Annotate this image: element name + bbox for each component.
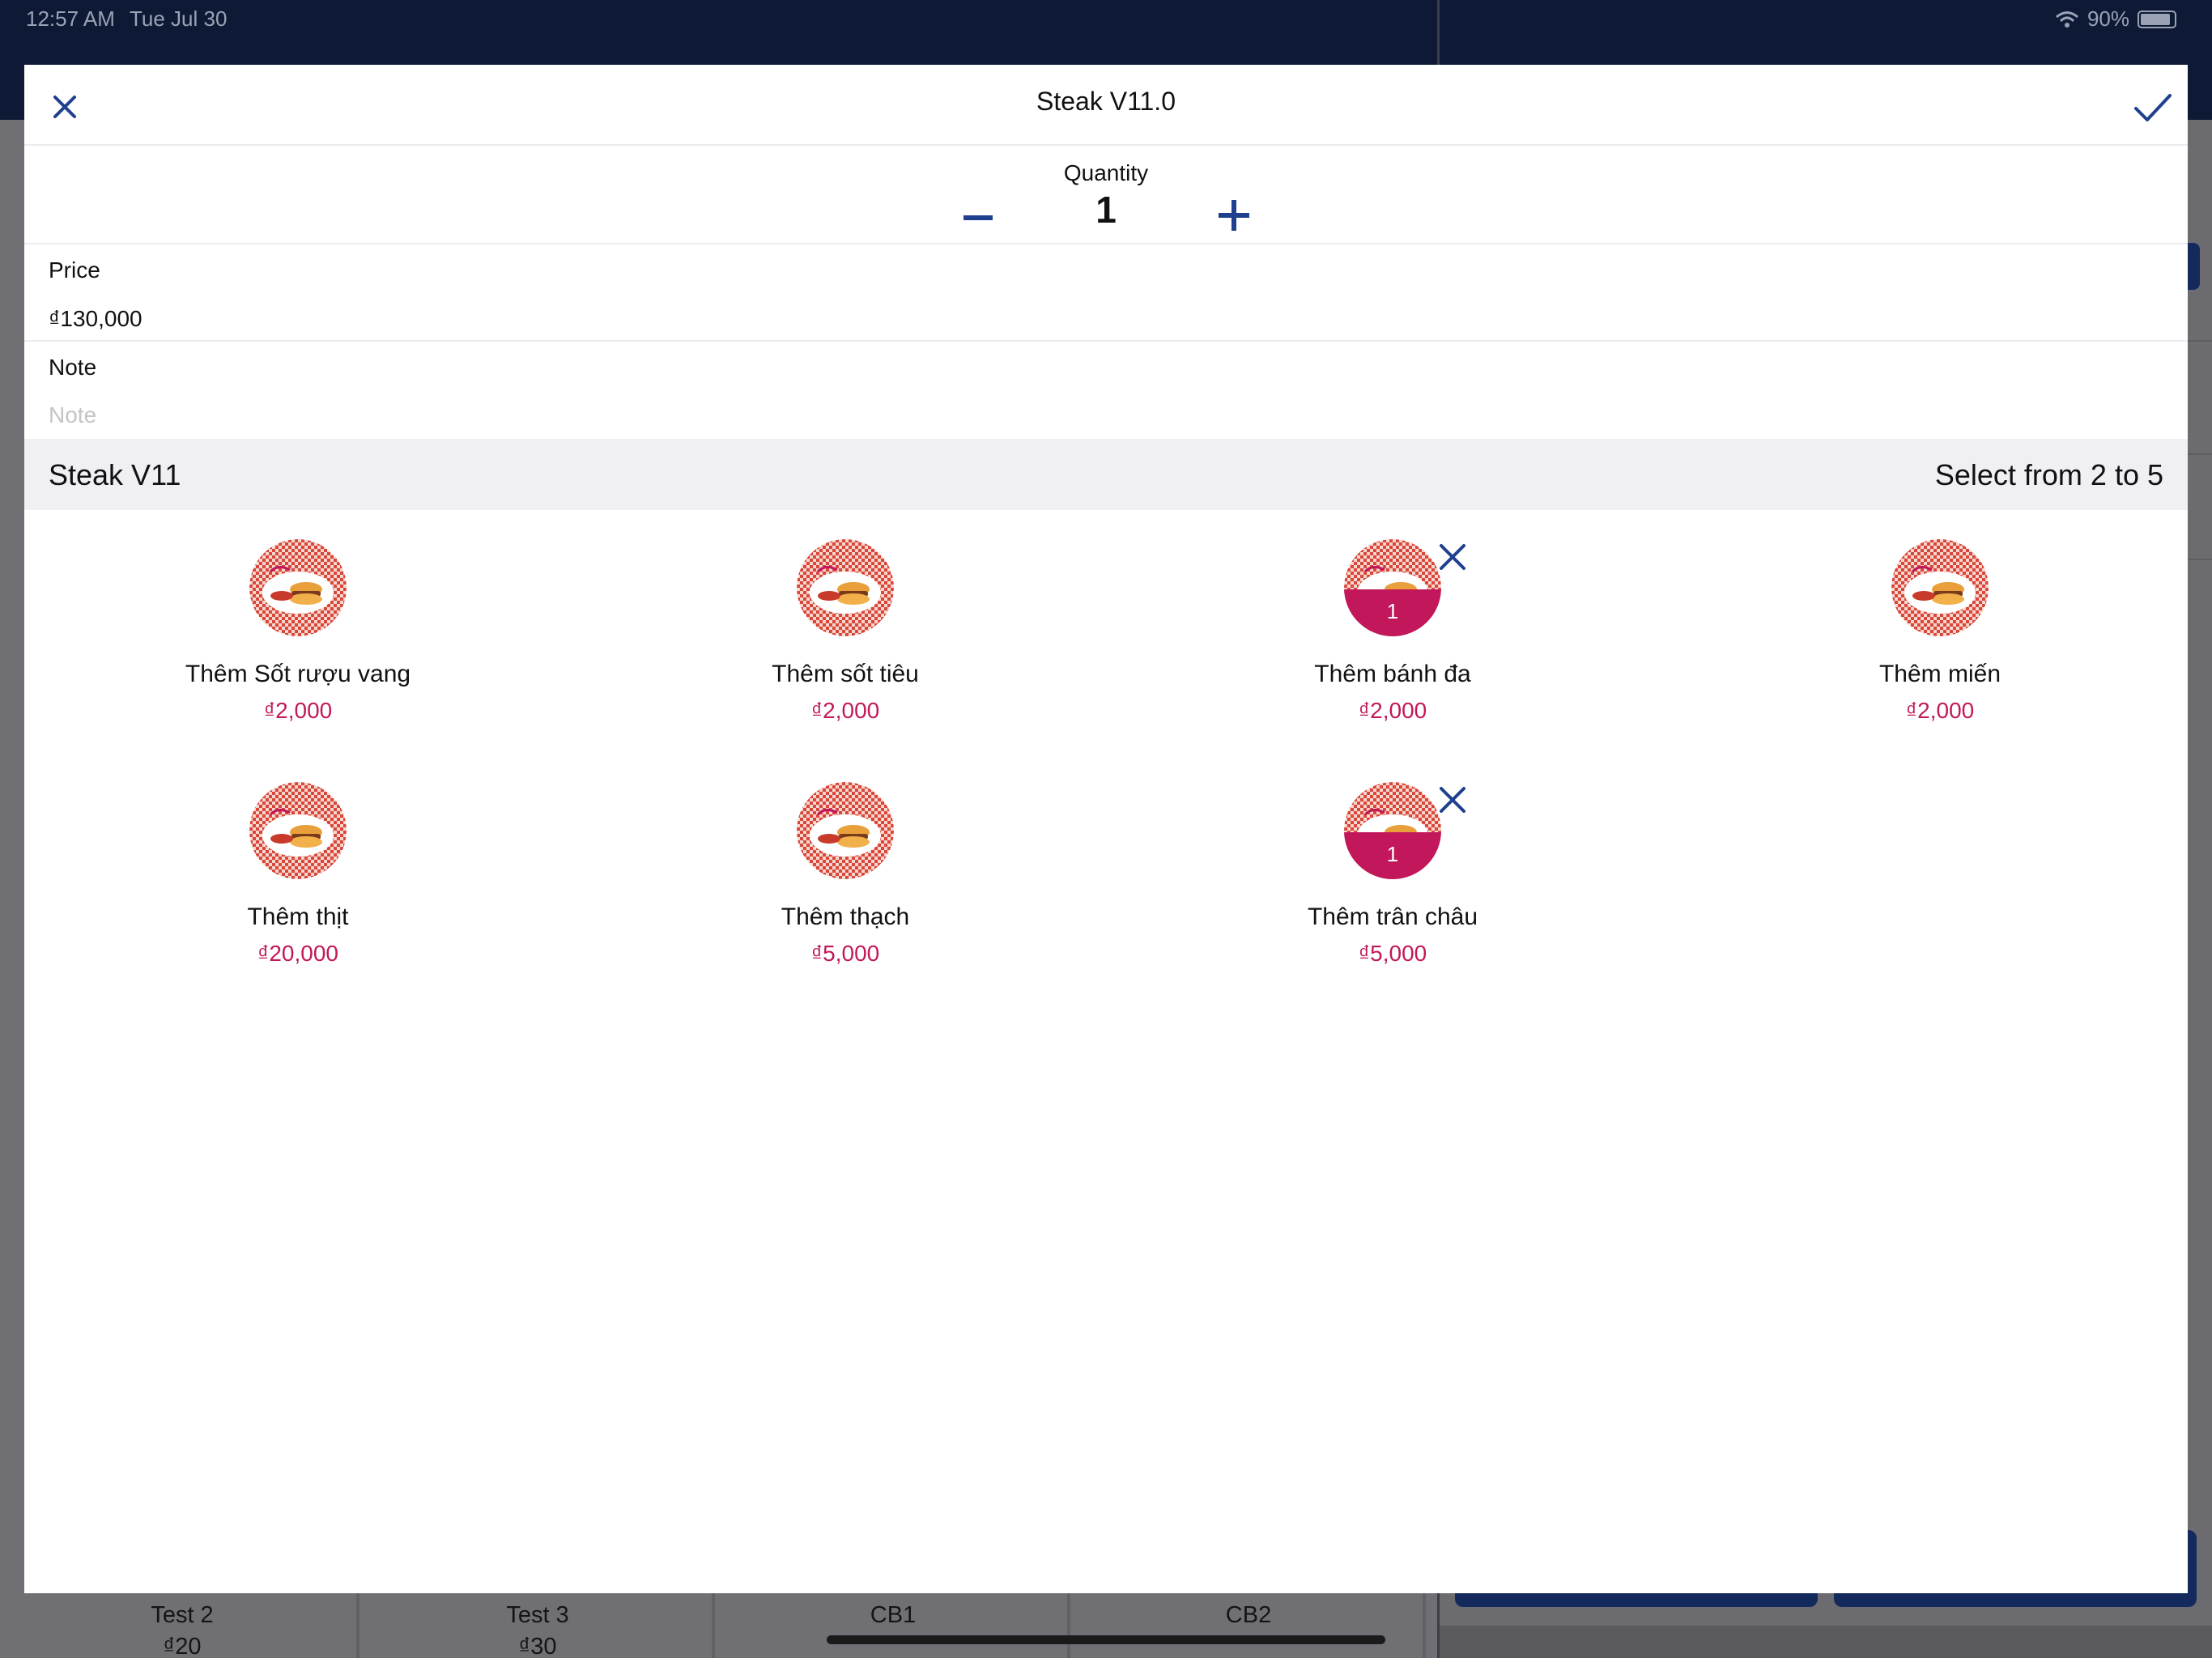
option-image <box>1891 539 1989 636</box>
tile-name: Test 3 <box>506 1602 569 1628</box>
option-name: Thêm Sốt rượu vang <box>185 661 411 687</box>
option-name: Thêm thịt <box>247 903 349 930</box>
note-field: Note <box>24 342 2188 439</box>
option-group-rule: Select from 2 to 5 <box>1934 458 2163 491</box>
status-time: 12:57 AM <box>26 6 115 31</box>
remove-option-button[interactable] <box>1436 541 1469 573</box>
remove-option-button[interactable] <box>1436 784 1469 816</box>
screen: Test 2 ₫20 Test 3 ₫30 CB1 CB2 12:57 AM T… <box>0 0 2212 1658</box>
option-price: ₫2,000 <box>1905 698 1975 723</box>
battery-icon <box>2138 10 2176 28</box>
option-price: ₫2,000 <box>263 698 333 723</box>
background-tile: CB2 <box>1074 1591 1426 1658</box>
background-tile: Test 3 ₫30 <box>364 1591 715 1658</box>
option-grid: Thêm Sốt rượu vang ₫2,000 Thêm sốt tiêu ₫2,… <box>24 510 2188 1401</box>
option-image <box>249 539 347 636</box>
remove-x-icon <box>1440 544 1465 570</box>
option-item[interactable]: Thêm thạch ₫5,000 <box>572 782 1119 1017</box>
selected-count: 1 <box>1386 599 1399 623</box>
option-image <box>797 782 894 879</box>
option-image <box>797 539 894 636</box>
food-plate-thumbnail <box>249 539 347 636</box>
food-plate-thumbnail <box>249 782 347 879</box>
modal-header: Steak V11.0 <box>24 65 2188 146</box>
tile-price: ₫30 <box>518 1634 557 1658</box>
background-footer <box>1440 1626 2212 1658</box>
food-plate-thumbnail <box>797 539 894 636</box>
option-price: ₫2,000 <box>810 698 880 723</box>
option-item[interactable]: 1 Thêm trân châu ₫5,000 <box>1119 782 1666 1017</box>
note-label: Note <box>49 355 97 380</box>
option-price: ₫5,000 <box>1358 941 1427 966</box>
tile-name: Test 2 <box>151 1602 214 1628</box>
option-item[interactable]: Thêm miến ₫2,000 <box>1666 539 2212 774</box>
modal-title: Steak V11.0 <box>1036 87 1176 116</box>
quantity-value: 1 <box>1095 189 1117 231</box>
item-options-modal: Steak V11.0 Quantity 1 Price ₫130,000 No… <box>24 65 2188 1593</box>
battery-percent: 90% <box>2087 6 2129 31</box>
quantity-stepper: Quantity 1 <box>24 146 2188 244</box>
price-label: Price <box>49 257 100 283</box>
option-item[interactable]: Thêm Sốt rượu vang ₫2,000 <box>24 539 572 774</box>
background-tile: Test 2 ₫20 <box>8 1591 359 1658</box>
tile-name: CB1 <box>870 1602 917 1628</box>
option-image <box>249 782 347 879</box>
food-plate-thumbnail <box>1891 539 1989 636</box>
option-item[interactable]: Thêm sốt tiêu ₫2,000 <box>572 539 1119 774</box>
increase-quantity-button[interactable] <box>1209 191 1257 240</box>
price-value: ₫130,000 <box>49 306 143 331</box>
tile-price: ₫20 <box>163 1634 202 1658</box>
plus-icon <box>1219 200 1249 231</box>
status-date: Tue Jul 30 <box>130 6 228 31</box>
status-bar: 12:57 AM Tue Jul 30 90% <box>0 0 2212 37</box>
remove-x-icon <box>1440 787 1465 813</box>
option-name: Thêm sốt tiêu <box>772 661 919 687</box>
option-price: ₫5,000 <box>810 941 880 966</box>
option-name: Thêm trân châu <box>1307 903 1478 930</box>
option-image: 1 <box>1344 539 1441 636</box>
option-image: 1 <box>1344 782 1441 879</box>
option-price: ₫20,000 <box>257 941 338 966</box>
background-tile: CB1 <box>719 1591 1070 1658</box>
option-price: ₫2,000 <box>1358 698 1427 723</box>
selected-count: 1 <box>1386 842 1399 866</box>
option-group-title: Steak V11 <box>49 458 181 491</box>
wifi-icon <box>2055 11 2078 28</box>
note-input[interactable] <box>49 398 2154 432</box>
price-field: Price ₫130,000 <box>24 244 2188 342</box>
tile-name: CB2 <box>1225 1602 1272 1628</box>
option-name: Thêm thạch <box>781 903 910 930</box>
option-group-header: Steak V11 Select from 2 to 5 <box>24 439 2188 510</box>
option-item[interactable]: Thêm thịt ₫20,000 <box>24 782 572 1017</box>
option-item[interactable]: 1 Thêm bánh đa ₫2,000 <box>1119 539 1666 774</box>
confirm-button[interactable] <box>2131 86 2173 128</box>
checkmark-icon <box>2134 94 2172 121</box>
food-plate-thumbnail <box>797 782 894 879</box>
option-name: Thêm miến <box>1878 661 2001 687</box>
option-name: Thêm bánh đa <box>1314 661 1471 687</box>
home-indicator <box>827 1635 1385 1644</box>
quantity-label: Quantity <box>1063 160 1149 185</box>
status-indicators: 90% <box>2055 6 2176 32</box>
